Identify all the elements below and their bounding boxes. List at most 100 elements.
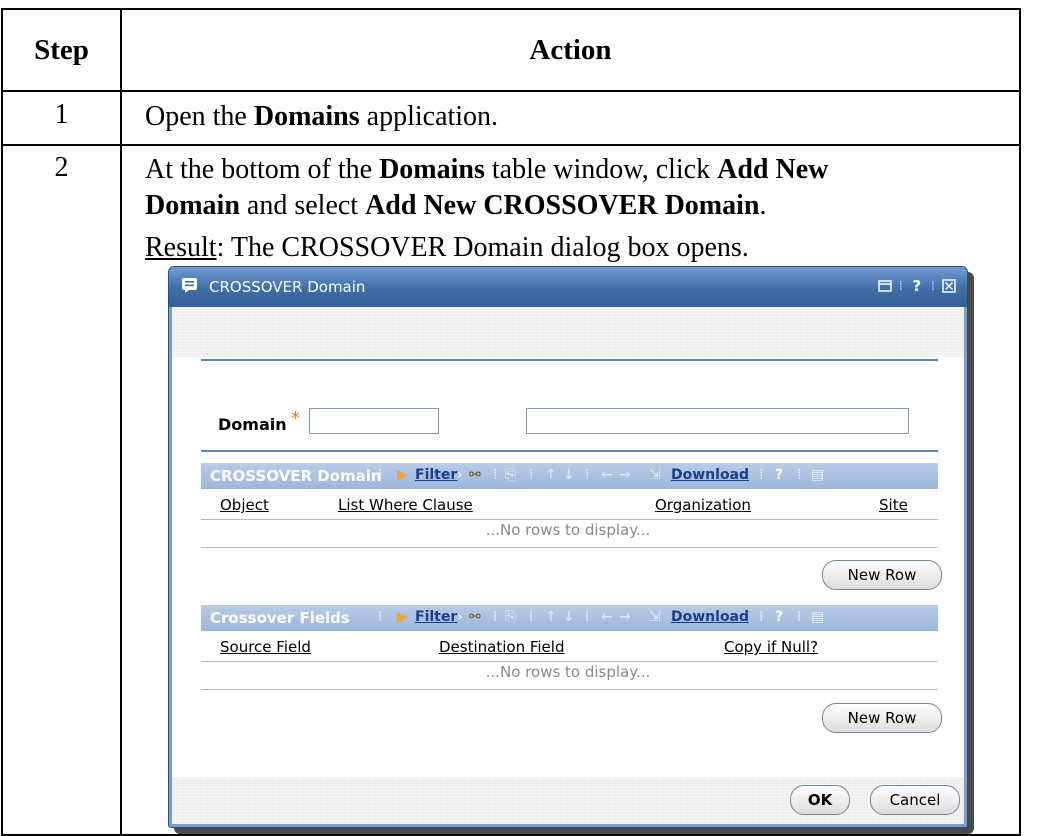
cancel-button[interactable]: Cancel (870, 785, 960, 815)
dialog-body: Domain * CROSSOVER Domain ⁞ ▶ Filter › ⚯… (172, 307, 964, 824)
required-marker: * (291, 408, 300, 429)
text-segment: table window, click (484, 154, 718, 185)
filter-link[interactable]: Filter (415, 609, 457, 625)
binoculars-icon[interactable]: ⚯ (469, 467, 481, 483)
toolbar-separator: ⁞ (529, 609, 534, 625)
text-bold: Add New CROSSOVER Domain (365, 190, 760, 221)
domain-label: Domain (218, 415, 287, 434)
column-header-site[interactable]: Site (879, 496, 908, 514)
grid-rule (201, 547, 938, 548)
filter-link[interactable]: Filter (415, 467, 457, 483)
arrow-down-icon[interactable]: ↓ (563, 609, 575, 625)
grid-maximize-icon[interactable]: ▤ (811, 467, 824, 483)
empty-grid-message: ...No rows to display... (485, 521, 651, 539)
dialog-titlebar[interactable]: CROSSOVER Domain ⁞ ? ⁞ (169, 267, 967, 307)
download-link[interactable]: Download (671, 609, 749, 625)
text-segment: and select (239, 190, 366, 221)
crossover-domain-dialog: CROSSOVER Domain ⁞ ? ⁞ Domain * CROSSOVE… (168, 266, 974, 834)
divider (201, 359, 938, 361)
grid-help-icon[interactable]: ? (775, 467, 783, 483)
row-divider (3, 144, 1019, 146)
dialog-window-icon (182, 278, 197, 293)
domain-code-input[interactable] (309, 408, 439, 434)
grid-title: CROSSOVER Domain (210, 467, 382, 485)
crossover-fields-grid-toolbar: Crossover Fields ⁞ ▶ Filter › ⚯ ⁞ ⎘ ⁞ ↑ … (201, 605, 938, 631)
text-segment: At the bottom of the (145, 154, 380, 185)
toolbar-separator: ⁞ (759, 467, 764, 483)
toolbar-separator: ⁞ (759, 609, 764, 625)
filter-arrow-icon: ▶ (397, 609, 408, 625)
header-action: Action (529, 33, 612, 66)
text-bold: Domains (253, 101, 360, 132)
grid-rule (201, 689, 938, 690)
toolbar-separator: ⁞ (585, 609, 590, 625)
new-row-button[interactable]: New Row (822, 560, 942, 590)
column-header-organization[interactable]: Organization (655, 496, 751, 514)
crossover-domain-grid-toolbar: CROSSOVER Domain ⁞ ▶ Filter › ⚯ ⁞ ⎘ ⁞ ↑ … (201, 463, 938, 489)
step-number: 2 (54, 152, 69, 183)
toolbar-separator: ⁞ (493, 467, 498, 483)
arrow-up-icon[interactable]: ↑ (545, 609, 557, 625)
toolbar-separator: ⁞ (585, 467, 590, 483)
download-icon[interactable]: ⇲ (649, 609, 661, 625)
divider (201, 450, 938, 452)
grid-title: Crossover Fields (210, 609, 350, 627)
copy-icon[interactable]: ⎘ (505, 609, 516, 625)
column-header-copy-if-null[interactable]: Copy if Null? (724, 638, 818, 656)
chevron-right-icon: › (457, 609, 463, 625)
column-header-source-field[interactable]: Source Field (220, 638, 311, 656)
text-segment: Open the (145, 101, 254, 132)
row-divider (3, 90, 1019, 92)
toolbar-separator: ⁞ (797, 467, 802, 483)
dialog-title: CROSSOVER Domain (209, 278, 366, 296)
dialog-frame: CROSSOVER Domain ⁞ ? ⁞ Domain * CROSSOVE… (168, 266, 968, 828)
step-2-line-2: Domain and select Add New CROSSOVER Doma… (145, 188, 766, 224)
toolbar-separator: ⁞ (493, 609, 498, 625)
grid-rule (201, 661, 938, 662)
step-1-text: Open the Domains application. (145, 99, 498, 135)
filter-arrow-icon: ▶ (397, 467, 408, 483)
column-header-object[interactable]: Object (220, 496, 269, 514)
text-segment: . (759, 190, 767, 221)
toolbar-separator: ⁞ (378, 609, 383, 625)
column-divider (120, 10, 122, 834)
text-bold: Add New (717, 154, 829, 185)
column-header-list-where-clause[interactable]: List Where Clause (338, 496, 473, 514)
arrow-left-icon[interactable]: ← (601, 467, 613, 483)
header-step: Step (34, 33, 89, 66)
chevron-right-icon: › (457, 467, 463, 483)
binoculars-icon[interactable]: ⚯ (469, 609, 481, 625)
result-label: Result (145, 232, 217, 263)
step-number: 1 (54, 99, 69, 130)
download-icon[interactable]: ⇲ (649, 467, 661, 483)
close-icon[interactable] (941, 278, 957, 294)
arrow-up-icon[interactable]: ↑ (545, 467, 557, 483)
title-separator: ⁞ (930, 278, 935, 294)
copy-icon[interactable]: ⎘ (505, 467, 516, 483)
title-buttons: ⁞ ? ⁞ (877, 277, 957, 295)
grid-maximize-icon[interactable]: ▤ (811, 609, 824, 625)
arrow-right-icon[interactable]: → (619, 609, 631, 625)
ok-button[interactable]: OK (790, 785, 850, 815)
domain-description-input[interactable] (526, 408, 909, 434)
toolbar-separator: ⁞ (797, 609, 802, 625)
title-separator: ⁞ (898, 278, 903, 294)
grid-help-icon[interactable]: ? (775, 609, 783, 625)
help-icon[interactable]: ? (909, 277, 925, 295)
step-2-line-1: At the bottom of the Domains table windo… (145, 152, 828, 188)
result-text: : The CROSSOVER Domain dialog box opens. (216, 232, 749, 263)
toolbar-separator: ⁞ (529, 467, 534, 483)
toolbar-separator: ⁞ (378, 467, 383, 483)
step-2-result: Result: The CROSSOVER Domain dialog box … (145, 230, 749, 266)
download-link[interactable]: Download (671, 467, 749, 483)
arrow-right-icon[interactable]: → (619, 467, 631, 483)
grid-rule (201, 519, 938, 520)
new-row-button[interactable]: New Row (822, 703, 942, 733)
column-header-destination-field[interactable]: Destination Field (439, 638, 564, 656)
maximize-icon[interactable] (877, 278, 893, 294)
text-segment: application. (359, 101, 499, 132)
arrow-down-icon[interactable]: ↓ (563, 467, 575, 483)
text-bold: Domains (379, 154, 485, 185)
empty-grid-message: ...No rows to display... (485, 663, 651, 681)
arrow-left-icon[interactable]: ← (601, 609, 613, 625)
